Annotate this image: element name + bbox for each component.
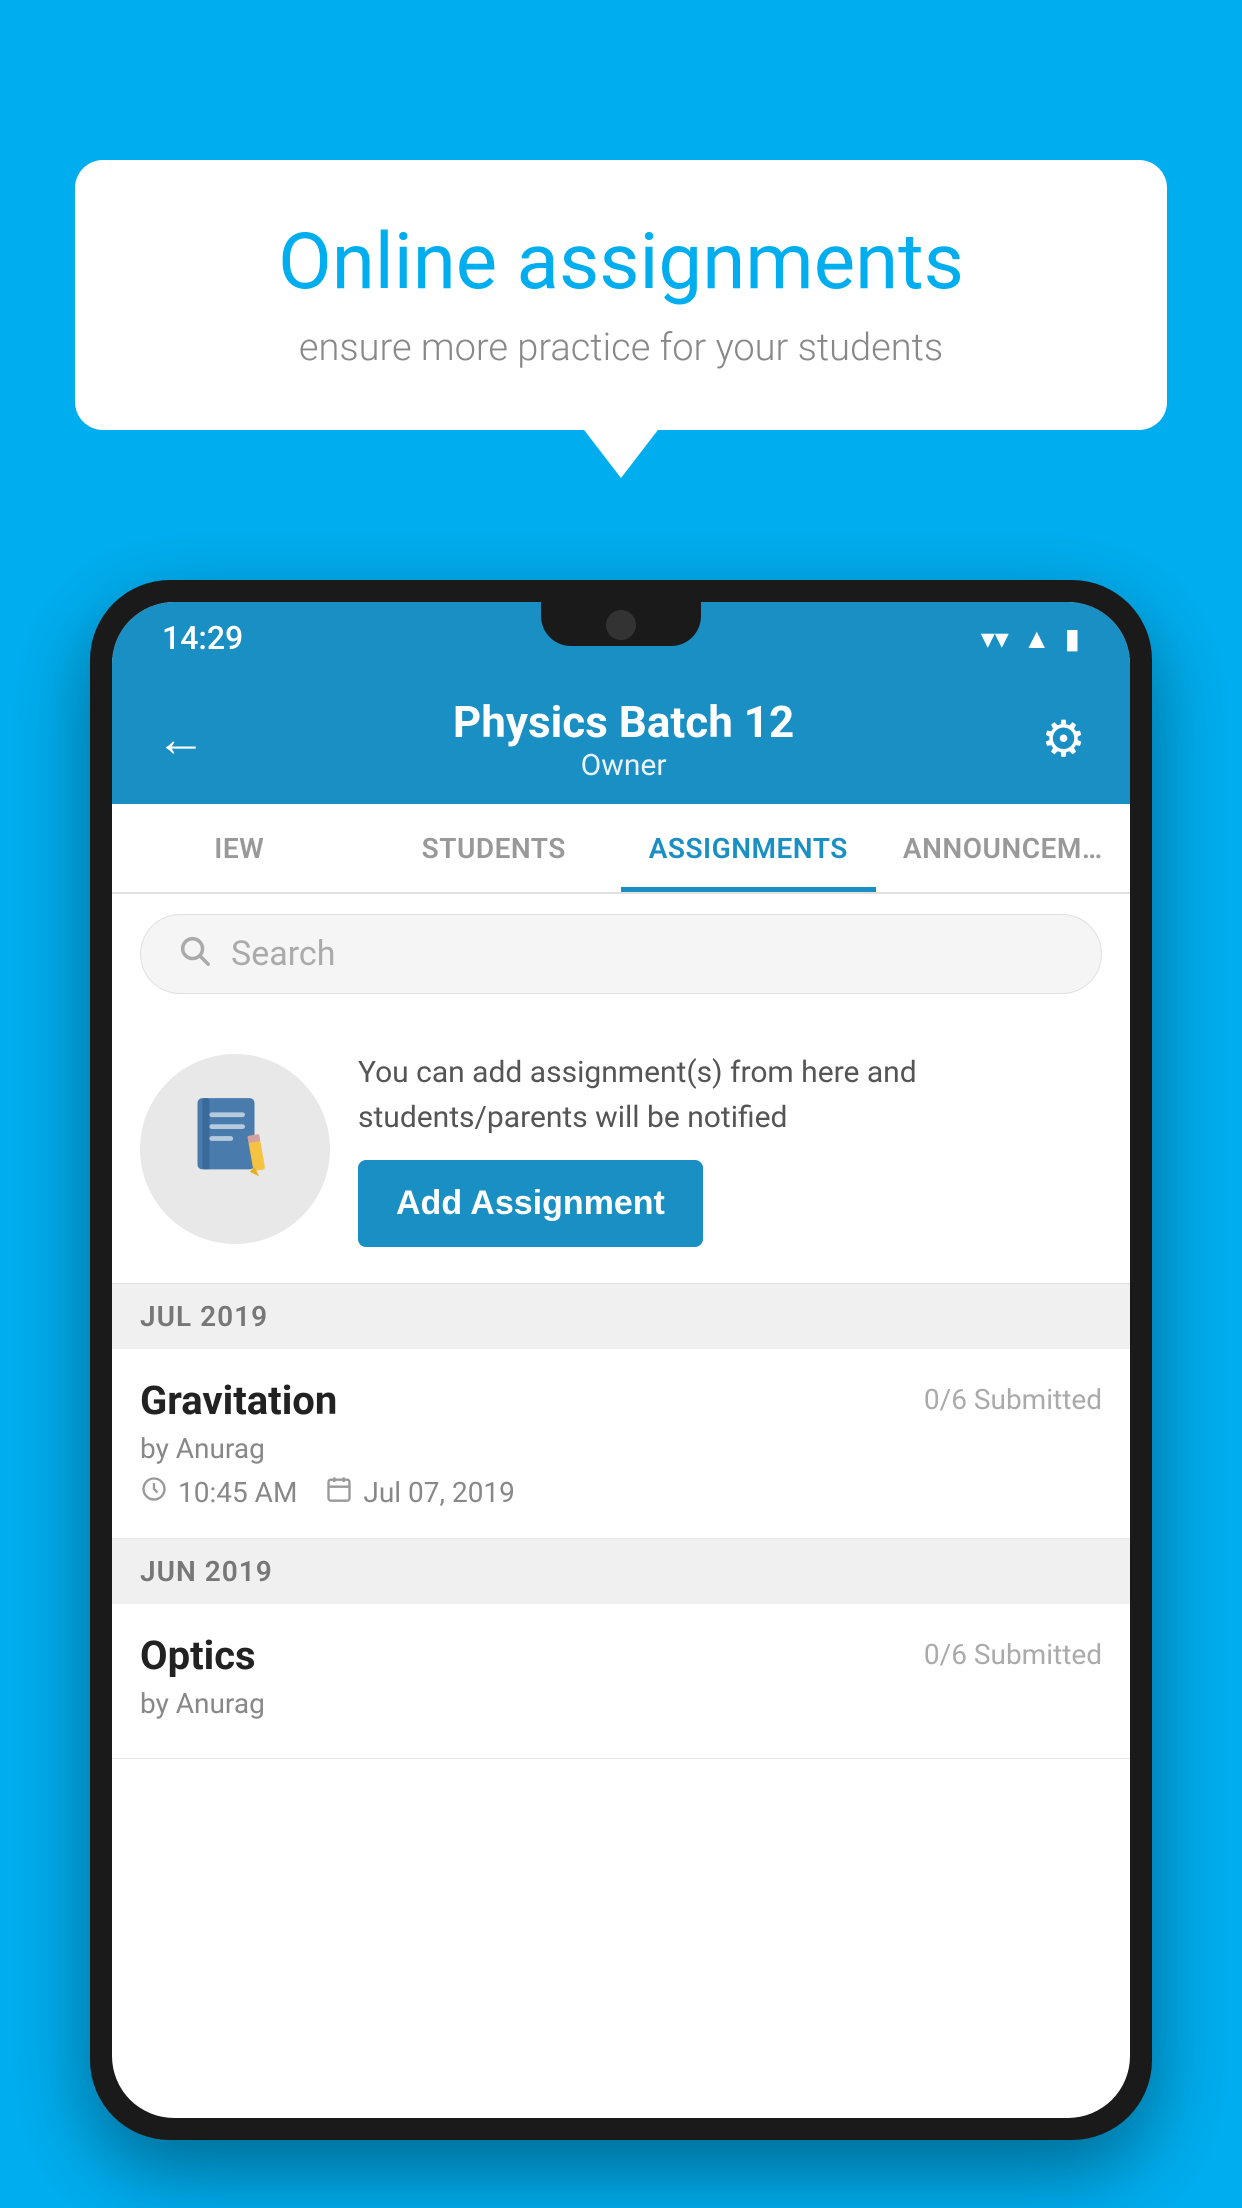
calendar-icon [325, 1475, 353, 1510]
app-bar-title-section: Physics Batch 12 Owner [206, 696, 1041, 783]
month-header-jul: JUL 2019 [112, 1284, 1130, 1349]
speech-bubble-card: Online assignments ensure more practice … [75, 160, 1167, 430]
signal-icon: ▲ [1023, 622, 1051, 655]
assignment-submitted-gravitation: 0/6 Submitted [924, 1377, 1102, 1416]
assignment-by-optics: by Anurag [140, 1687, 1102, 1720]
battery-icon: ▮ [1065, 622, 1080, 655]
tab-announcements[interactable]: ANNOUNCEM… [876, 804, 1131, 892]
settings-icon[interactable]: ⚙ [1041, 710, 1086, 769]
tab-students[interactable]: STUDENTS [367, 804, 622, 892]
status-time: 14:29 [162, 619, 243, 657]
status-icons: ▾▾ ▲ ▮ [981, 622, 1080, 655]
wifi-icon: ▾▾ [981, 622, 1009, 655]
assignment-name-gravitation: Gravitation [140, 1377, 337, 1424]
assignment-name-optics: Optics [140, 1632, 256, 1679]
search-icon [177, 933, 211, 976]
app-bar-title: Physics Batch 12 [206, 696, 1041, 748]
phone-mockup: 14:29 ▾▾ ▲ ▮ ← Physics Batch 12 Owner ⚙ [90, 580, 1152, 2208]
bubble-subtitle: ensure more practice for your students [145, 326, 1097, 370]
tab-assignments[interactable]: ASSIGNMENTS [621, 804, 876, 892]
phone-camera [606, 610, 636, 640]
promo-icon-circle [140, 1054, 330, 1244]
tab-iew[interactable]: IEW [112, 804, 367, 892]
promo-block: You can add assignment(s) from here and … [112, 1014, 1130, 1284]
search-container: Search [112, 894, 1130, 1014]
assignment-item-gravitation[interactable]: Gravitation 0/6 Submitted by Anurag 10:4… [112, 1349, 1130, 1539]
assignment-by-gravitation: by Anurag [140, 1432, 1102, 1465]
assignment-item-optics[interactable]: Optics 0/6 Submitted by Anurag [112, 1604, 1130, 1759]
clock-icon [140, 1475, 168, 1510]
month-header-jun: JUN 2019 [112, 1539, 1130, 1604]
notebook-icon [188, 1091, 283, 1206]
meta-time-gravitation: 10:45 AM [140, 1475, 297, 1510]
app-bar: ← Physics Batch 12 Owner ⚙ [112, 674, 1130, 804]
promo-text: You can add assignment(s) from here and … [358, 1050, 1102, 1140]
assignment-meta-gravitation: 10:45 AM Jul 07, 2019 [140, 1475, 1102, 1510]
phone-outer: 14:29 ▾▾ ▲ ▮ ← Physics Batch 12 Owner ⚙ [90, 580, 1152, 2140]
assignment-row1: Gravitation 0/6 Submitted [140, 1377, 1102, 1424]
app-bar-subtitle: Owner [206, 748, 1041, 783]
tabs-row: IEW STUDENTS ASSIGNMENTS ANNOUNCEM… [112, 804, 1130, 894]
search-bar[interactable]: Search [140, 914, 1102, 994]
search-placeholder: Search [231, 934, 1065, 974]
promo-content: You can add assignment(s) from here and … [358, 1050, 1102, 1247]
assignment-row1-optics: Optics 0/6 Submitted [140, 1632, 1102, 1679]
add-assignment-button[interactable]: Add Assignment [358, 1160, 703, 1247]
promo-speech-bubble: Online assignments ensure more practice … [75, 160, 1167, 430]
back-icon[interactable]: ← [156, 710, 206, 769]
phone-screen: 14:29 ▾▾ ▲ ▮ ← Physics Batch 12 Owner ⚙ [112, 602, 1130, 2118]
assignment-submitted-optics: 0/6 Submitted [924, 1632, 1102, 1671]
bubble-title: Online assignments [145, 220, 1097, 306]
meta-date-gravitation: Jul 07, 2019 [325, 1475, 515, 1510]
